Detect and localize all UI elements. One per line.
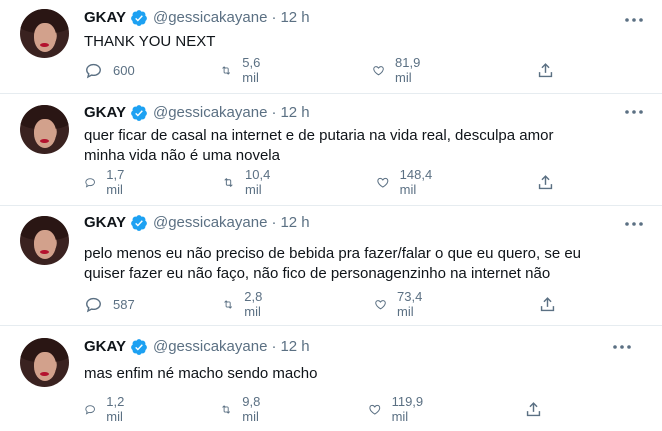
verified-badge-icon: [131, 10, 147, 26]
reply-count: 600: [113, 62, 135, 78]
tweet[interactable]: GKAY @gessicakayane · 12 h quer ficar de…: [0, 94, 662, 206]
display-name[interactable]: GKAY: [84, 9, 126, 27]
tweet-text-line: pelo menos eu não preciso de bebida pra …: [84, 245, 582, 262]
avatar[interactable]: [20, 9, 69, 58]
more-options-icon[interactable]: [622, 8, 646, 32]
verified-badge-icon: [131, 105, 147, 121]
like-icon: [377, 177, 389, 188]
tweet-text-line: minha vida não é uma novela: [84, 147, 280, 164]
like-button[interactable]: 148,4 mil: [376, 167, 438, 197]
share-button[interactable]: [524, 399, 543, 419]
retweet-button[interactable]: 9,8 mil: [220, 394, 267, 424]
display-name[interactable]: GKAY: [84, 214, 126, 232]
handle[interactable]: @gessicakayane: [153, 214, 267, 232]
timestamp[interactable]: 12 h: [280, 338, 309, 356]
share-icon: [538, 174, 553, 189]
retweet-button[interactable]: 10,4 mil: [222, 167, 276, 197]
tweet-text-line: quiser fazer eu não faço, não fico de pe…: [84, 265, 551, 282]
separator-dot: ·: [271, 214, 277, 231]
tweet-text: pelo menos eu não preciso de bebida pra …: [84, 244, 581, 284]
like-icon: [369, 404, 381, 415]
avatar[interactable]: [20, 105, 69, 154]
like-button[interactable]: 73,4 mil: [374, 289, 428, 319]
reply-count: 1,7 mil: [106, 167, 125, 197]
more-options-icon[interactable]: [622, 100, 646, 124]
like-button[interactable]: 119,9 mil: [368, 394, 429, 424]
like-button[interactable]: 81,9 mil: [372, 55, 426, 85]
reply-icon: [86, 63, 101, 78]
share-icon: [538, 62, 553, 77]
tweet-text-line: THANK YOU NEXT: [84, 33, 216, 50]
retweet-button[interactable]: 5,6 mil: [220, 55, 267, 85]
timestamp[interactable]: 12 h: [280, 214, 309, 232]
retweet-button[interactable]: 2,8 mil: [222, 289, 269, 319]
reply-count: 1,2 mil: [106, 394, 125, 424]
reply-button[interactable]: 587: [84, 294, 135, 314]
tweet[interactable]: GKAY @gessicakayane · 12 h mas enfim né …: [0, 326, 662, 431]
like-count: 81,9 mil: [395, 55, 421, 85]
reply-button[interactable]: 1,7 mil: [84, 167, 131, 197]
more-options-icon[interactable]: [610, 335, 634, 359]
display-name[interactable]: GKAY: [84, 338, 126, 356]
tweet-text: quer ficar de casal na internet e de put…: [84, 126, 553, 166]
separator-dot: ·: [271, 9, 277, 26]
share-icon: [526, 401, 541, 416]
tweet-text-line: quer ficar de casal na internet e de put…: [84, 127, 554, 144]
reply-button[interactable]: 1,2 mil: [84, 394, 131, 424]
more-options-icon[interactable]: [622, 212, 646, 236]
like-count: 148,4 mil: [399, 167, 433, 197]
retweet-count: 10,4 mil: [245, 167, 271, 197]
tweet-header: GKAY @gessicakayane · 12 h: [84, 214, 310, 232]
like-count: 119,9 mil: [391, 394, 424, 424]
tweet-text-line: mas enfim né macho sendo macho: [84, 365, 318, 382]
separator-dot: ·: [271, 338, 277, 355]
verified-badge-icon: [131, 339, 147, 355]
tweet-text: mas enfim né macho sendo macho: [84, 364, 317, 384]
share-button[interactable]: [538, 294, 557, 314]
avatar[interactable]: [20, 338, 69, 387]
tweet-header: GKAY @gessicakayane · 12 h: [84, 338, 310, 356]
handle[interactable]: @gessicakayane: [153, 9, 267, 27]
verified-badge-icon: [131, 215, 147, 231]
timestamp[interactable]: 12 h: [280, 104, 309, 122]
reply-icon: [85, 404, 95, 415]
retweet-icon: [224, 177, 233, 187]
retweet-icon: [224, 299, 233, 309]
share-button[interactable]: [536, 172, 555, 192]
tweet-text: THANK YOU NEXT: [84, 32, 215, 52]
retweet-count: 9,8 mil: [242, 394, 261, 424]
tweet[interactable]: GKAY @gessicakayane · 12 h pelo menos eu…: [0, 206, 662, 326]
like-icon: [373, 65, 384, 75]
retweet-icon: [222, 65, 231, 75]
tweet[interactable]: GKAY @gessicakayane · 12 h THANK YOU NEX…: [0, 0, 662, 94]
avatar[interactable]: [20, 216, 69, 265]
tweet-header: GKAY @gessicakayane · 12 h: [84, 9, 310, 27]
share-icon: [540, 296, 555, 311]
handle[interactable]: @gessicakayane: [153, 338, 267, 356]
display-name[interactable]: GKAY: [84, 104, 126, 122]
like-count: 73,4 mil: [397, 289, 423, 319]
timestamp[interactable]: 12 h: [280, 9, 309, 27]
retweet-count: 5,6 mil: [242, 55, 261, 85]
retweet-count: 2,8 mil: [244, 289, 263, 319]
retweet-icon: [222, 404, 231, 414]
handle[interactable]: @gessicakayane: [153, 104, 267, 122]
reply-icon: [86, 297, 101, 312]
share-button[interactable]: [536, 60, 555, 80]
like-icon: [375, 299, 386, 309]
reply-count: 587: [113, 296, 135, 312]
separator-dot: ·: [271, 104, 277, 121]
tweet-header: GKAY @gessicakayane · 12 h: [84, 104, 310, 122]
reply-icon: [85, 177, 95, 188]
reply-button[interactable]: 600: [84, 60, 135, 80]
